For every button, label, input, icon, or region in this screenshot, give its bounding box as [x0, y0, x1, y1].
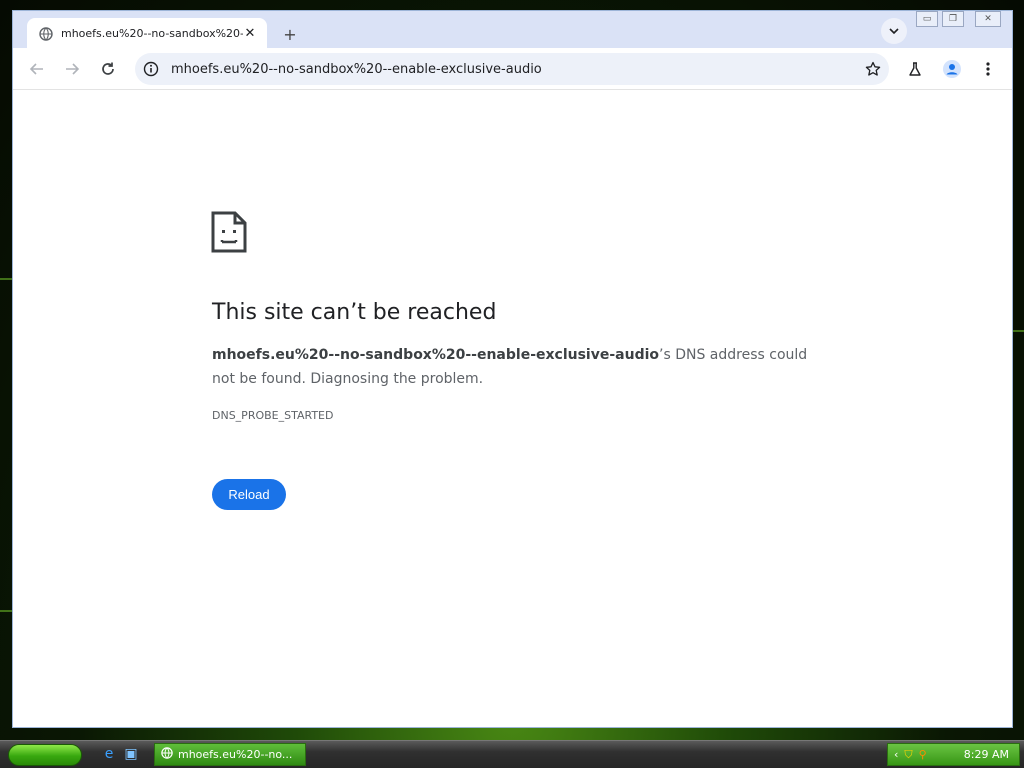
minimize-button[interactable]: ▭: [916, 11, 938, 27]
start-button[interactable]: [8, 744, 82, 766]
close-window-button[interactable]: ✕: [975, 11, 1001, 27]
menu-dots-icon[interactable]: [976, 57, 1000, 81]
desktop-icon[interactable]: ▣: [122, 745, 140, 763]
bookmark-star-icon[interactable]: [863, 59, 883, 79]
system-tray: ‹ ⛉ ⚲ 8:29 AM: [887, 743, 1020, 766]
address-url[interactable]: mhoefs.eu%20--no-sandbox%20--enable-excl…: [171, 62, 863, 77]
ie-icon[interactable]: e: [100, 745, 118, 763]
forward-icon[interactable]: [60, 57, 84, 81]
taskbar-browser-item[interactable]: mhoefs.eu%20--no...: [154, 743, 306, 766]
error-title: This site can’t be reached: [212, 300, 497, 325]
error-host: mhoefs.eu%20--no-sandbox%20--enable-excl…: [212, 347, 660, 363]
taskbar: e ▣ mhoefs.eu%20--no... ‹ ⛉ ⚲ 8:29 AM: [0, 740, 1024, 768]
new-tab-icon[interactable]: +: [279, 23, 301, 45]
back-icon[interactable]: [25, 57, 49, 81]
toolbar: mhoefs.eu%20--no-sandbox%20--enable-excl…: [13, 48, 1012, 90]
labs-flask-icon[interactable]: [903, 57, 927, 81]
site-info-icon[interactable]: [143, 61, 159, 77]
shield-icon[interactable]: ⛉: [904, 748, 912, 762]
search-icon[interactable]: ⚲: [919, 748, 927, 761]
address-bar[interactable]: mhoefs.eu%20--no-sandbox%20--enable-excl…: [135, 53, 889, 85]
reload-icon[interactable]: [96, 57, 120, 81]
maximize-button[interactable]: ❐: [942, 11, 964, 27]
tab-title: mhoefs.eu%20--no-sandbox%20--: [61, 27, 243, 40]
clock: 8:29 AM: [963, 748, 1009, 761]
reload-button[interactable]: Reload: [212, 479, 286, 510]
sad-page-icon: [211, 211, 247, 253]
error-code: DNS_PROBE_STARTED: [212, 409, 334, 422]
globe-icon: [161, 747, 173, 762]
taskbar-item-label: mhoefs.eu%20--no...: [178, 748, 293, 761]
tab-strip: mhoefs.eu%20--no-sandbox%20-- ✕ + ▭ ❐ ✕: [13, 11, 1012, 49]
tab-active[interactable]: mhoefs.eu%20--no-sandbox%20-- ✕: [27, 18, 267, 49]
tab-search-icon[interactable]: [881, 18, 907, 44]
error-description: mhoefs.eu%20--no-sandbox%20--enable-excl…: [212, 343, 822, 391]
browser-window: mhoefs.eu%20--no-sandbox%20-- ✕ + ▭ ❐ ✕ …: [12, 10, 1013, 728]
globe-icon: [39, 26, 53, 41]
tray-expand-icon[interactable]: ‹: [894, 748, 898, 761]
page-content: This site can’t be reached mhoefs.eu%20-…: [13, 91, 1012, 727]
tab-close-icon[interactable]: ✕: [243, 26, 257, 41]
profile-icon[interactable]: [940, 57, 964, 81]
